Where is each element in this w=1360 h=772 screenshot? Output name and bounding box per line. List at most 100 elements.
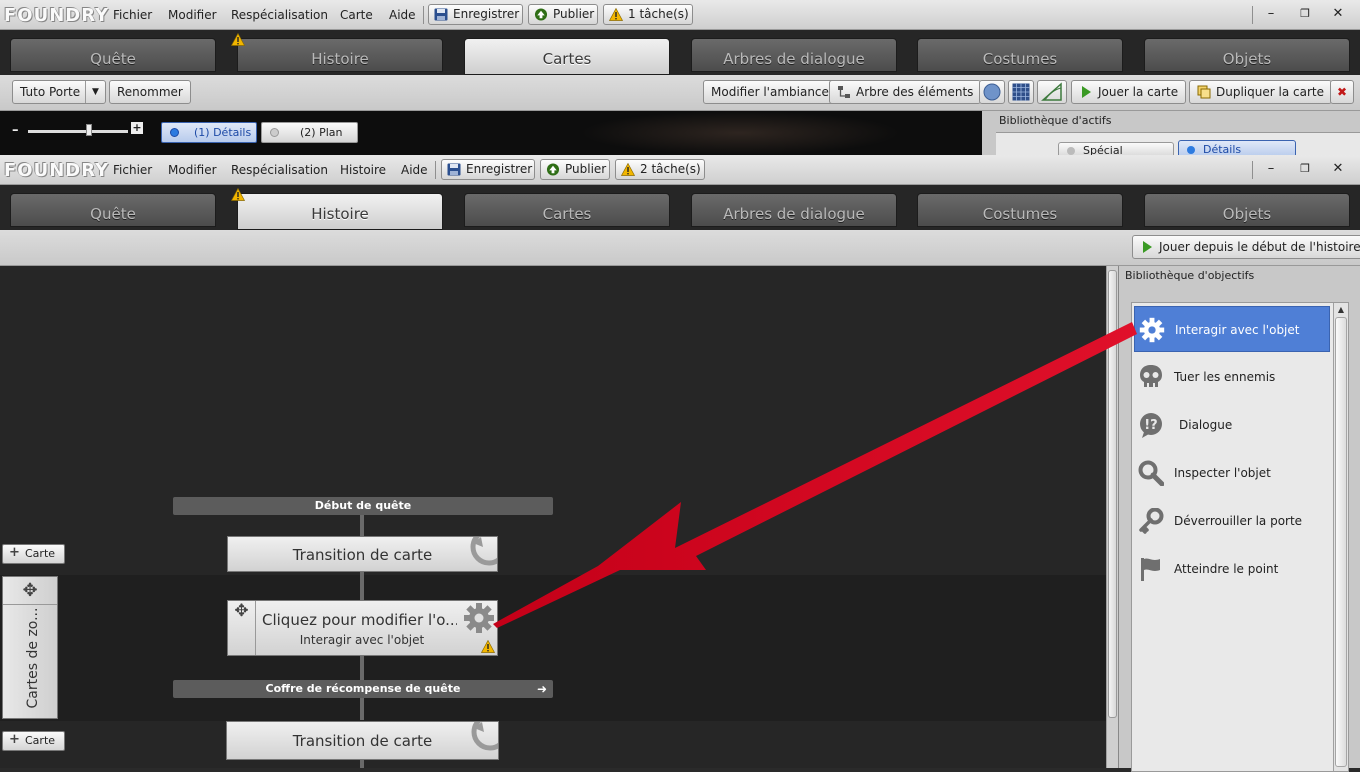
tab-quete[interactable]: Quête [10, 193, 216, 227]
ambiance-button[interactable]: Modifier l'ambiance [703, 80, 837, 104]
map-transition-card[interactable]: Transition de carte [226, 721, 499, 760]
reward-chest-marker[interactable]: Coffre de récompense de quête ➜ [173, 680, 553, 698]
objective-reach-point[interactable]: Atteindre le point [1134, 546, 1330, 592]
magnifier-icon [1138, 460, 1164, 486]
foundry-logo: FOUNDRY [4, 5, 110, 26]
sphere-icon [983, 83, 1001, 101]
canvas-scrollbar-thumb[interactable] [1108, 270, 1117, 718]
zone-maps-panel[interactable]: ✥ Cartes de zo... [2, 576, 58, 719]
zoom-in-icon[interactable]: + [131, 122, 143, 134]
play-from-start-button[interactable]: Jouer depuis le début de l'histoire [1132, 235, 1360, 259]
map-select[interactable]: Tuto Porte ▼ [12, 80, 106, 104]
add-map-button[interactable]: + Carte [2, 731, 65, 751]
objective-kill-enemies[interactable]: Tuer les ennemis [1134, 354, 1330, 400]
details-view-toggle[interactable]: (1) Détails [161, 122, 257, 143]
objective-list: Interagir avec l'objet Tuer les ennemis … [1131, 302, 1349, 772]
publish-button[interactable]: Publier [540, 159, 610, 180]
canvas-scrollbar[interactable] [1106, 266, 1118, 768]
objective-interact[interactable]: Interagir avec l'objet [1134, 306, 1330, 352]
radio-on-icon [170, 128, 179, 137]
separator [1252, 6, 1253, 24]
minimize-icon[interactable]: – [1260, 159, 1282, 179]
objective-card[interactable]: ✥ Cliquez pour modifier l'o... Interagir… [227, 600, 498, 656]
play-icon [1143, 241, 1152, 253]
sphere-view-button[interactable] [979, 80, 1005, 104]
main-tabs: Quête Histoire Cartes Arbres de dialogue… [0, 185, 1360, 230]
plan-view-toggle[interactable]: (2) Plan [261, 122, 358, 143]
menu-fichier[interactable]: Fichier [113, 0, 152, 30]
add-map-button[interactable]: + Carte [2, 544, 65, 564]
menu-aide[interactable]: Aide [401, 155, 428, 185]
menu-fichier[interactable]: Fichier [113, 155, 152, 185]
close-icon[interactable]: ✕ [1327, 159, 1349, 179]
main-tabs: Quête Histoire Cartes Arbres de dialogue… [0, 30, 1360, 75]
tab-histoire[interactable]: Histoire [237, 193, 443, 230]
menu-modifier[interactable]: Modifier [168, 155, 217, 185]
objective-list-scrollbar[interactable]: ▲ [1333, 303, 1348, 771]
close-map-button[interactable]: ✖ [1330, 80, 1354, 104]
close-icon[interactable]: ✕ [1327, 4, 1349, 24]
menu-modifier[interactable]: Modifier [168, 0, 217, 30]
flow-line [360, 760, 364, 768]
tasks-button[interactable]: 1 tâche(s) [603, 4, 693, 25]
tab-histoire[interactable]: Histoire [237, 38, 443, 72]
foundry-logo: FOUNDRY [4, 160, 110, 181]
play-map-button[interactable]: Jouer la carte [1071, 80, 1187, 104]
warning-icon [621, 163, 635, 176]
asset-tab-special[interactable]: Spécial [1058, 142, 1174, 155]
zoom-slider-thumb[interactable] [86, 124, 92, 136]
floppy-icon [434, 8, 448, 21]
warning-icon [231, 188, 245, 201]
map-transition-card[interactable]: Transition de carte [227, 536, 498, 572]
terrain-button[interactable] [1037, 80, 1067, 104]
move-handle-icon[interactable]: ✥ [228, 601, 256, 655]
close-icon: ✖ [1336, 85, 1348, 99]
asset-tab-details[interactable]: Détails [1178, 140, 1296, 155]
objective-title[interactable]: Cliquez pour modifier l'o... [262, 611, 457, 629]
element-tree-button[interactable]: Arbre des éléments [829, 80, 982, 104]
tab-arbres-de-dialogue[interactable]: Arbres de dialogue [691, 193, 897, 227]
menu-respecialisation[interactable]: Respécialisation [231, 0, 328, 30]
objective-unlock-door[interactable]: Déverrouiller la porte [1134, 498, 1330, 544]
menu-carte[interactable]: Carte [340, 0, 373, 30]
objective-dialogue[interactable]: !? Dialogue [1134, 402, 1330, 448]
tab-quete[interactable]: Quête [10, 38, 216, 72]
tab-costumes[interactable]: Costumes [917, 38, 1123, 72]
duplicate-map-button[interactable]: Dupliquer la carte [1189, 80, 1332, 104]
scroll-up-icon[interactable]: ▲ [1336, 305, 1346, 314]
splitter [982, 111, 996, 155]
transition-icon [471, 722, 498, 751]
menu-respecialisation[interactable]: Respécialisation [231, 155, 328, 185]
grid-view-button[interactable] [1008, 80, 1034, 104]
objective-inspect[interactable]: Inspecter l'objet [1134, 450, 1330, 496]
publish-button[interactable]: Publier [528, 4, 598, 25]
transition-icon [470, 537, 497, 566]
menu-histoire[interactable]: Histoire [340, 155, 386, 185]
maximize-icon[interactable]: ❐ [1294, 159, 1316, 179]
tab-objets[interactable]: Objets [1144, 193, 1350, 227]
minimize-icon[interactable]: – [1260, 4, 1282, 24]
gear-icon [464, 603, 494, 633]
maximize-icon[interactable]: ❐ [1294, 4, 1316, 24]
plus-icon: + [9, 545, 20, 560]
separator [423, 6, 424, 24]
warning-icon [609, 8, 623, 21]
tab-costumes[interactable]: Costumes [917, 193, 1123, 227]
map-preview [580, 111, 900, 155]
terrain-icon [1041, 82, 1062, 101]
asset-library-panel: Bibliothèque d'actifs Spécial Détails [996, 111, 1360, 155]
menu-aide[interactable]: Aide [389, 0, 416, 30]
story-canvas[interactable]: Début de quête Transition de carte + Car… [0, 266, 1106, 768]
tab-cartes[interactable]: Cartes [464, 193, 670, 227]
rename-button[interactable]: Renommer [109, 80, 191, 104]
skull-icon [1140, 365, 1162, 387]
save-button[interactable]: Enregistrer [441, 159, 535, 180]
zoom-slider[interactable] [28, 130, 128, 133]
tab-objets[interactable]: Objets [1144, 38, 1350, 72]
tab-cartes[interactable]: Cartes [464, 38, 670, 75]
objective-list-scrollbar-thumb[interactable] [1335, 317, 1347, 767]
tasks-button[interactable]: 2 tâche(s) [615, 159, 705, 180]
save-button[interactable]: Enregistrer [428, 4, 523, 25]
tab-arbres-de-dialogue[interactable]: Arbres de dialogue [691, 38, 897, 72]
zoom-out-icon[interactable]: – [12, 123, 19, 138]
